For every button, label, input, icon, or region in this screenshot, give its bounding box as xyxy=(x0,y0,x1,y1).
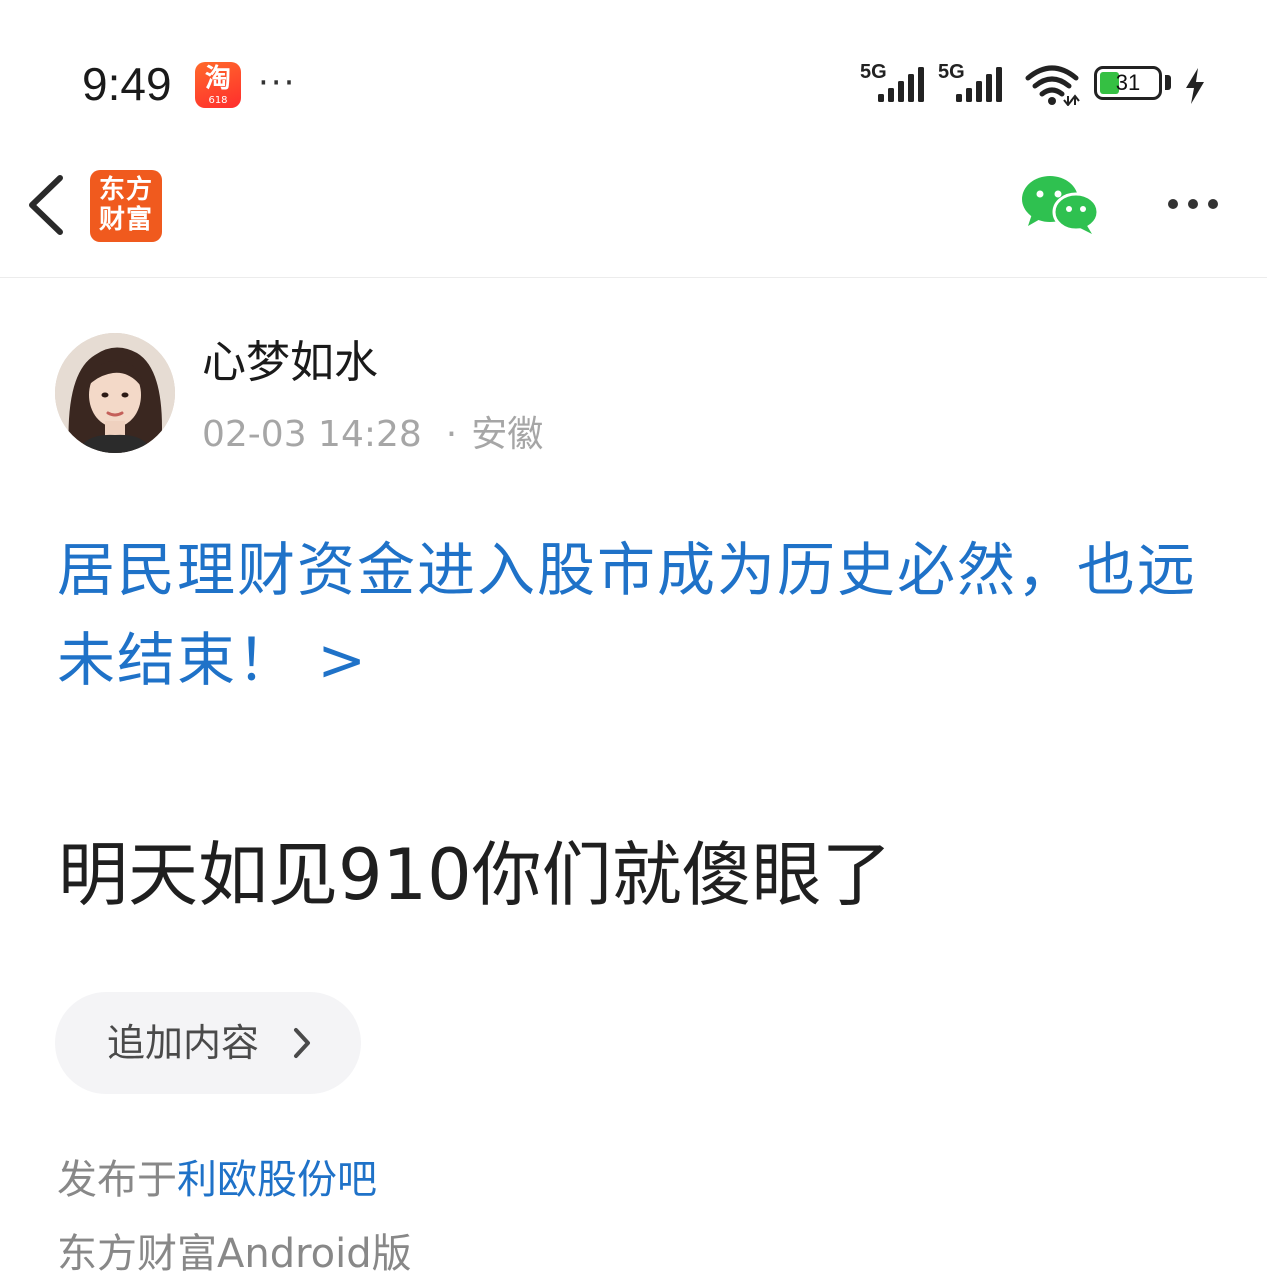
taobao-notification-icon: 淘 618 xyxy=(195,62,241,108)
nav-bar: 东方 财富 xyxy=(0,140,1267,278)
logo-line-2: 财富 xyxy=(98,205,153,235)
taobao-icon-text: 淘 xyxy=(204,64,231,94)
post-date: 02-03 14:28 xyxy=(202,414,422,455)
battery-icon: 31 xyxy=(1094,66,1162,100)
wifi-icon xyxy=(1025,65,1080,106)
charging-bolt-icon xyxy=(1186,68,1204,104)
append-content-button[interactable]: 追加内容 xyxy=(55,992,361,1094)
status-bar: 9:49 淘 618 ··· 5G 5G 31 xyxy=(0,0,1267,140)
taobao-icon-sub: 618 xyxy=(208,95,228,106)
post-location: 安徽 xyxy=(471,414,544,455)
more-horizontal-icon[interactable] xyxy=(1160,192,1230,216)
post-meta: 02-03 14:28 · 安徽 xyxy=(202,410,543,460)
signal-bars-icon xyxy=(878,67,924,102)
published-prefix: 发布于 xyxy=(57,1157,177,1203)
client-source: 东方财富Android版 xyxy=(57,1231,412,1277)
author-name[interactable]: 心梦如水 xyxy=(202,335,378,391)
back-icon[interactable] xyxy=(22,172,72,238)
eastmoney-logo: 东方 财富 xyxy=(90,170,162,242)
published-in: 发布于利欧股份吧 xyxy=(57,1152,377,1208)
chevron-right-icon xyxy=(294,1028,310,1058)
author-avatar[interactable] xyxy=(55,333,175,453)
signal-icon-2: 5G xyxy=(938,62,1010,106)
status-time: 9:49 xyxy=(82,58,172,110)
notification-more-icon: ··· xyxy=(258,63,297,103)
signal-icon-1: 5G xyxy=(860,62,932,106)
meta-separator: · xyxy=(445,414,458,455)
linked-article-title[interactable]: 居民理财资金进入股市成为历史必然，也远未结束！ > xyxy=(57,525,1237,705)
wechat-icon[interactable] xyxy=(1020,174,1100,236)
battery-tip xyxy=(1165,75,1171,90)
battery-level: 31 xyxy=(1115,70,1141,95)
post-body: 明天如见910你们就傻眼了 xyxy=(58,834,892,916)
stock-bar-link[interactable]: 利欧股份吧 xyxy=(177,1157,377,1203)
append-content-label: 追加内容 xyxy=(107,1021,260,1065)
signal-bars-icon xyxy=(956,67,1002,102)
avatar-image xyxy=(55,333,175,453)
logo-line-1: 东方 xyxy=(98,175,153,205)
